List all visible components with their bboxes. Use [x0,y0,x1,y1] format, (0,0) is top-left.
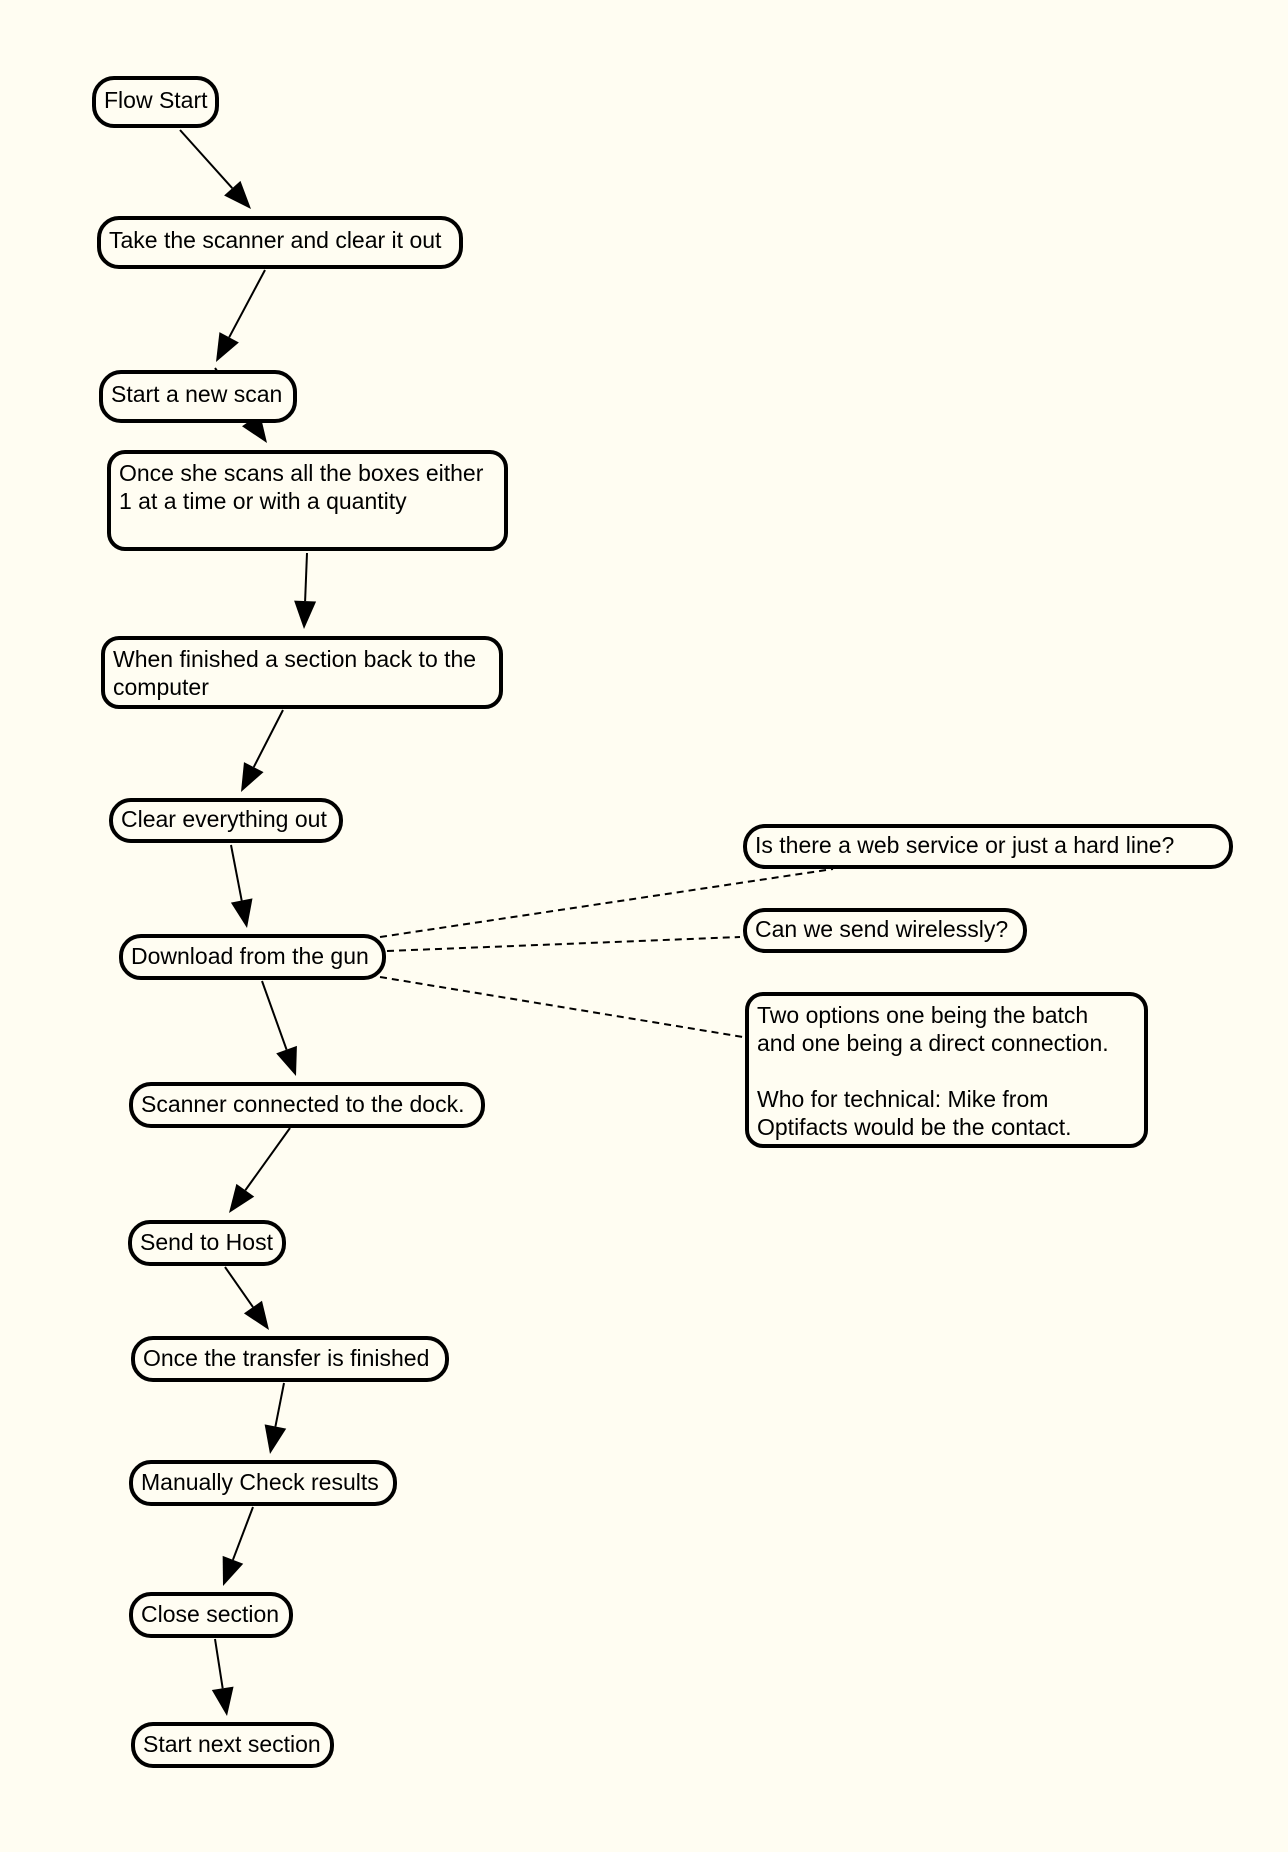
node-back-to-computer[interactable]: When finished a section back to the comp… [101,636,503,709]
node-label-line-1: Once she scans all the boxes either [119,460,484,486]
note-web-service[interactable]: Is there a web service or just a hard li… [743,824,1233,869]
node-scanner-dock[interactable]: Scanner connected to the dock. [129,1082,485,1128]
node-label-line-2: computer [113,674,209,700]
node-close-section[interactable]: Close section [129,1592,293,1638]
edge-download-gun-to-note-two-options [379,976,744,1038]
node-label: Manually Check results [141,1469,379,1495]
edge-transfer-finished-to-check-results [274,1382,285,1427]
node-label: Start a new scan [111,381,283,407]
note-label: Can we send wirelessly? [755,916,1009,942]
arrowhead-icon [229,1183,255,1213]
arrowhead-icon [294,600,317,629]
node-label: Start next section [143,1731,321,1757]
node-label-line-1: When finished a section back to the [113,646,477,672]
note-line-5: Optifacts would be the contact. [757,1114,1072,1140]
node-label-line-2: 1 at a time or with a quantity [119,488,407,514]
edge-download-gun-to-note-wireless [386,936,741,952]
edge-check-results-to-close-section [232,1506,254,1561]
edge-scan-boxes-to-back-to-computer [304,552,308,602]
node-take-scanner[interactable]: Take the scanner and clear it out [97,216,463,269]
arrowhead-icon [211,1686,234,1716]
note-line-1: Two options one being the batch [757,1002,1089,1028]
edge-take-scanner-to-start-new-scan [228,269,266,338]
note-line-3 [757,1057,1144,1085]
node-transfer-finished[interactable]: Once the transfer is finished [131,1336,449,1382]
node-label: Scanner connected to the dock. [141,1091,465,1117]
arrowhead-icon [243,1300,269,1330]
edge-clear-everything-to-download-gun [230,844,243,901]
node-label: Send to Host [140,1229,273,1255]
node-scan-boxes[interactable]: Once she scans all the boxes either 1 at… [107,450,508,551]
edge-send-host-to-transfer-finished [224,1266,254,1308]
edges-layer [179,129,834,1716]
node-label: Once the transfer is finished [143,1345,430,1371]
node-clear-everything[interactable]: Clear everything out [109,798,343,843]
node-send-host[interactable]: Send to Host [128,1220,286,1266]
arrowhead-icon [222,1555,244,1586]
node-label: Take the scanner and clear it out [109,227,442,253]
arrowhead-icon [241,762,264,792]
edge-close-section-to-start-next [214,1638,224,1689]
node-check-results[interactable]: Manually Check results [129,1460,397,1506]
node-start-next[interactable]: Start next section [131,1722,334,1768]
edge-scanner-dock-to-send-host [244,1127,291,1191]
node-label: Close section [141,1601,280,1627]
arrowhead-icon [230,898,253,928]
edge-back-to-computer-to-clear-everything [252,709,284,768]
note-line-2: and one being a direct connection. [757,1030,1109,1056]
node-download-gun[interactable]: Download from the gun [119,934,386,980]
node-label: Flow Start [104,87,208,113]
arrowhead-icon [276,1045,297,1076]
note-line-4: Who for technical: Mike from [757,1086,1049,1112]
edge-flow-start-to-take-scanner [179,129,234,189]
arrowhead-icon [264,1424,287,1454]
arrowhead-icon [216,332,239,362]
note-label: Is there a web service or just a hard li… [755,832,1175,858]
node-start-new-scan[interactable]: Start a new scan [99,370,297,423]
node-flow-start[interactable]: Flow Start [92,76,219,128]
node-label: Clear everything out [121,806,327,832]
node-label: Download from the gun [131,943,369,969]
note-wireless[interactable]: Can we send wirelessly? [743,908,1027,953]
edge-download-gun-to-scanner-dock [261,980,288,1050]
note-two-options[interactable]: Two options one being the batch and one … [745,992,1148,1148]
